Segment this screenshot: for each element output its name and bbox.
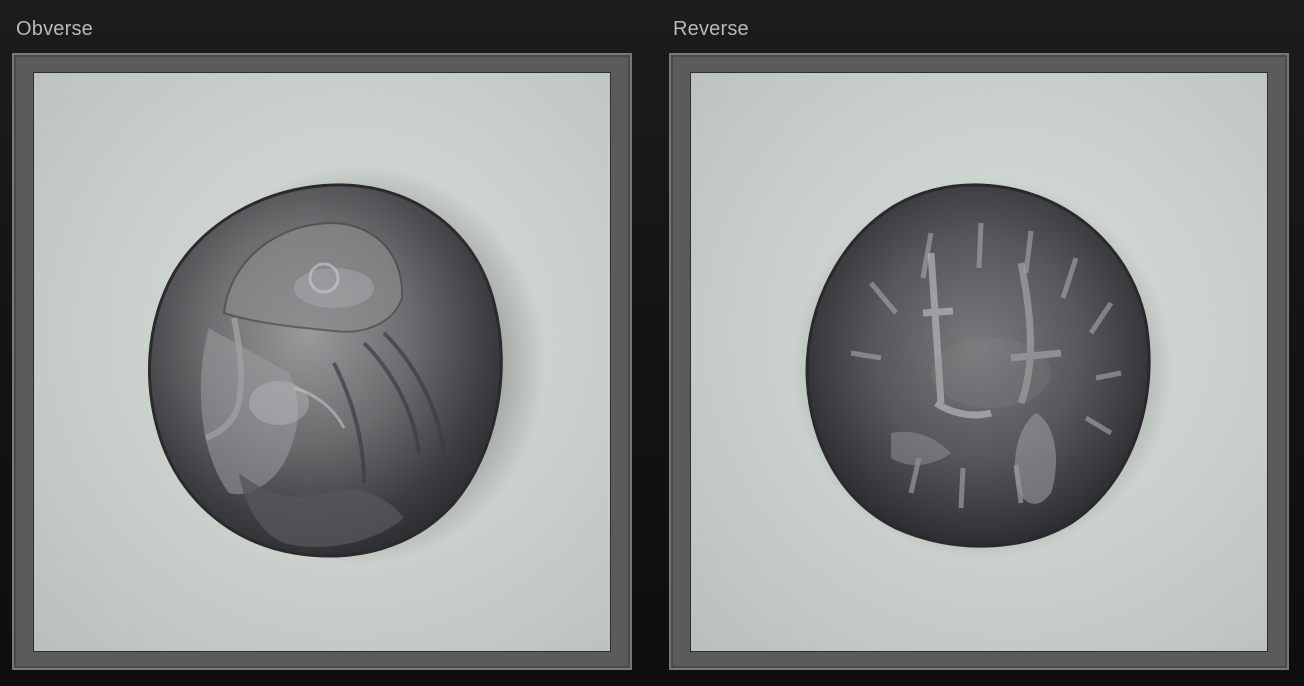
obverse-frame <box>12 53 632 670</box>
reverse-coin-graphic <box>793 179 1173 559</box>
reverse-frame <box>669 53 1289 670</box>
obverse-image[interactable] <box>33 72 611 652</box>
reverse-image[interactable] <box>690 72 1268 652</box>
obverse-coin-graphic <box>148 165 545 565</box>
obverse-label: Obverse <box>16 18 93 40</box>
coin-viewer: Obverse Reverse <box>0 0 1304 686</box>
reverse-label: Reverse <box>673 18 749 40</box>
